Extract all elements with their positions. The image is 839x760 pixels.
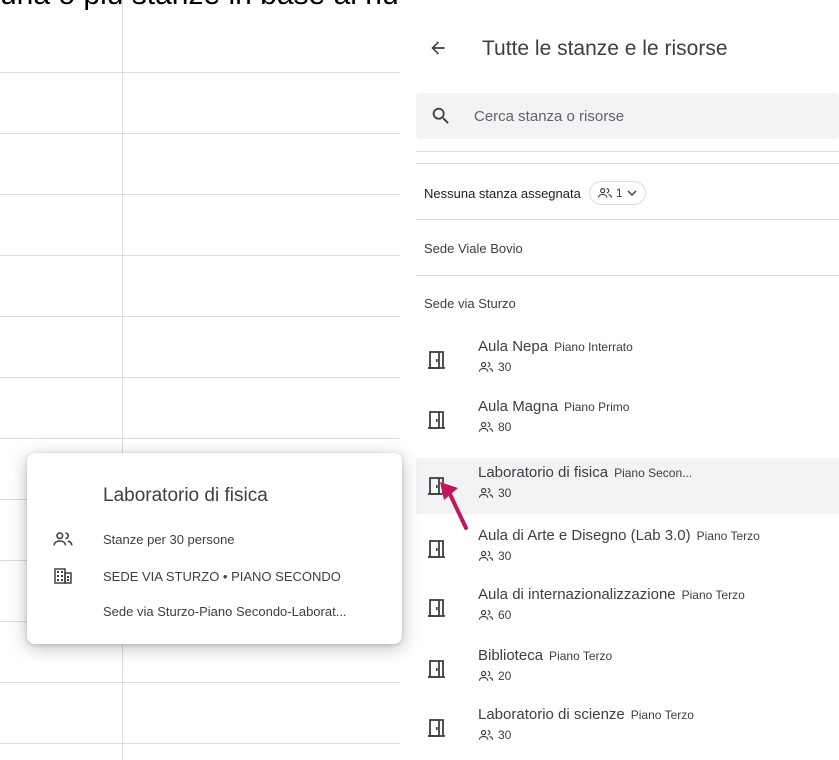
room-name: Aula Nepa [478, 338, 549, 355]
room-name: Aula Magna [478, 398, 559, 415]
room-name: Laboratorio di fisica [478, 464, 609, 481]
grid-vertical-line [122, 0, 123, 760]
building-icon [54, 568, 72, 584]
room-floor: Piano Terzo [549, 649, 613, 663]
people-icon [478, 421, 494, 432]
room-capacity: 20 [498, 669, 512, 683]
room-floor: Piano Secon... [614, 466, 693, 480]
panel-title: Tutte le stanze e le risorse [482, 37, 728, 60]
rooms-panel: Tutte le stanze e le risorse Nessuna sta… [400, 0, 839, 760]
grid-line [0, 194, 400, 195]
door-icon [428, 660, 445, 678]
back-button[interactable] [424, 34, 452, 62]
unassigned-row: Nessuna stanza assegnata 1 [424, 180, 646, 206]
room-item[interactable]: Biblioteca Piano Terzo 20 [416, 641, 839, 697]
grid-line [0, 72, 400, 73]
people-icon [478, 670, 494, 681]
room-details-popover: Laboratorio di fisica Stanze per 30 pers… [27, 453, 402, 644]
grid-line [0, 438, 400, 439]
popover-location-text: SEDE VIA STURZO • PIANO SECONDO [103, 568, 341, 584]
divider [416, 219, 839, 220]
search-box[interactable] [416, 93, 839, 139]
calendar-grid [0, 0, 400, 760]
room-item[interactable]: Aula Magna Piano Primo 80 [416, 392, 839, 448]
room-floor: Piano Primo [564, 400, 630, 414]
room-name: Laboratorio di scienze [478, 706, 625, 723]
room-floor: Piano Terzo [681, 588, 745, 602]
divider [416, 163, 839, 164]
grid-line [0, 133, 400, 134]
people-icon [478, 361, 494, 372]
room-item[interactable]: Laboratorio di scienze Piano Terzo 30 [416, 700, 839, 756]
people-icon [478, 729, 494, 740]
room-floor: Piano Terzo [630, 708, 694, 722]
pointer-arrow-icon [440, 482, 468, 530]
room-capacity: 30 [498, 728, 512, 742]
grid-line [0, 377, 400, 378]
room-name: Aula di Arte e Disegno (Lab 3.0) [478, 527, 691, 544]
room-capacity: 60 [498, 608, 512, 622]
door-icon [428, 599, 445, 617]
grid-line [0, 255, 400, 256]
door-icon [428, 540, 445, 558]
room-name: Aula di internazionalizzazione [478, 586, 676, 603]
people-icon [478, 550, 494, 561]
divider [416, 151, 839, 152]
popover-location-row: SEDE VIA STURZO • PIANO SECONDO [51, 564, 341, 588]
grid-line [0, 316, 400, 317]
people-icon [53, 532, 73, 546]
room-floor: Piano Interrato [554, 340, 633, 354]
room-item[interactable]: Aula di internazionalizzazione Piano Terz… [416, 580, 839, 636]
capacity-filter-chip[interactable]: 1 [588, 181, 646, 205]
search-input[interactable] [474, 104, 814, 128]
divider [416, 275, 839, 276]
door-icon [428, 411, 445, 429]
search-icon [432, 107, 449, 124]
unassigned-label: Nessuna stanza assegnata [424, 185, 581, 201]
room-item-highlighted[interactable]: Laboratorio di fisica Piano Secon... 30 [416, 458, 839, 514]
room-floor: Piano Terzo [696, 529, 760, 543]
panel-header: Tutte le stanze e le risorse [400, 26, 839, 72]
room-name: Biblioteca [478, 647, 544, 664]
capacity-filter-value: 1 [615, 186, 623, 200]
room-capacity: 30 [498, 486, 512, 500]
grid-line [0, 682, 400, 683]
door-icon [428, 351, 445, 369]
section-sede-viale-bovio[interactable]: Sede Viale Bovio [424, 241, 523, 256]
popover-path-text: Sede via Sturzo-Piano Secondo-Laborat... [103, 603, 347, 619]
room-item[interactable]: Aula Nepa Piano Interrato 30 [416, 332, 839, 388]
room-capacity: 30 [498, 360, 512, 374]
grid-line [0, 743, 400, 744]
arrow-back-icon [431, 41, 445, 55]
section-sede-via-sturzo[interactable]: Sede via Sturzo [424, 296, 516, 311]
people-icon [478, 609, 494, 620]
popover-capacity-row: Stanze per 30 persone [51, 527, 235, 551]
people-icon [478, 487, 494, 498]
room-item[interactable]: Aula di Arte e Disegno (Lab 3.0) Piano Te… [416, 521, 839, 577]
people-icon [597, 188, 612, 198]
door-icon [428, 719, 445, 737]
room-capacity: 30 [498, 549, 512, 563]
room-capacity: 80 [498, 420, 512, 434]
popover-capacity-text: Stanze per 30 persone [103, 531, 235, 547]
popover-title: Laboratorio di fisica [103, 485, 268, 506]
chevron-down-icon [627, 190, 637, 196]
